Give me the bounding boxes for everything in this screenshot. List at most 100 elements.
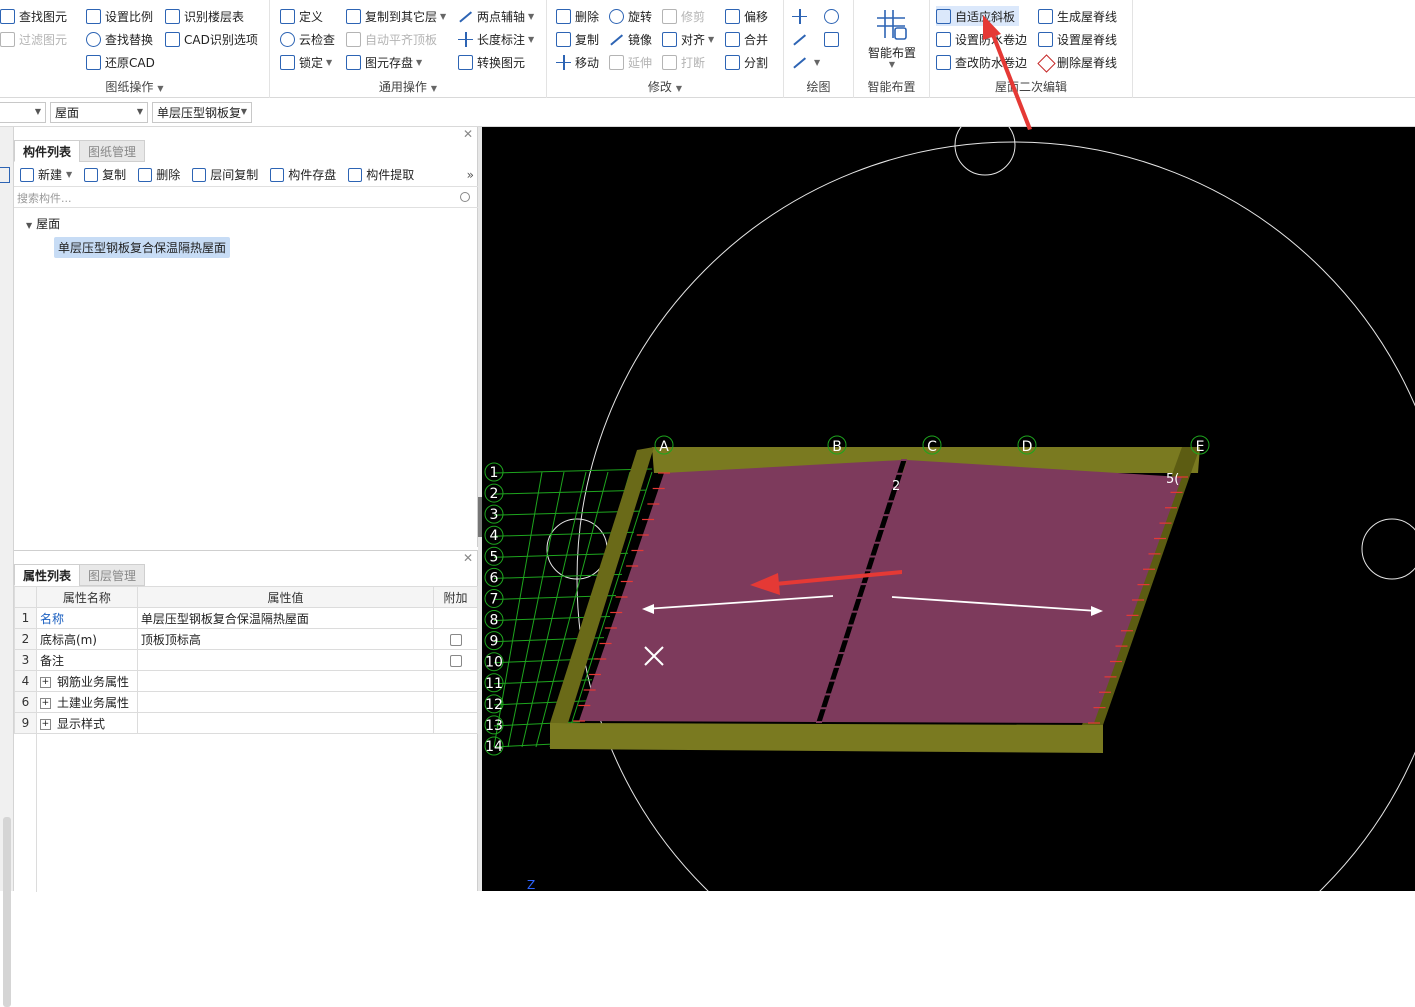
copy-between-floors-button[interactable]: 层间复制	[192, 166, 258, 183]
save-component-button[interactable]: 构件存盘	[270, 166, 336, 183]
cloud-check-button[interactable]: 云检查	[280, 29, 335, 49]
property-empty-area	[14, 734, 478, 892]
convert-element-button[interactable]: 转换图元	[458, 52, 525, 72]
extra-checkbox[interactable]	[449, 633, 462, 646]
group-title-drawing[interactable]: 图纸操作 ▼	[0, 78, 269, 95]
draw-circle-tool-button[interactable]	[824, 6, 843, 26]
3d-viewport[interactable]: ABCDE 1 2 3 4 5 6 7 8 9 10 11 12 13 14 2 5( Z	[482, 127, 1415, 891]
del-ridge-button[interactable]: 删除屋脊线	[1038, 52, 1117, 72]
rotate-button[interactable]: 旋转	[609, 6, 652, 26]
align-button[interactable]: 对齐 ▼	[662, 29, 714, 49]
table-row[interactable]: 1 名称 单层压型钢板复合保温隔热屋面	[14, 607, 478, 629]
orbit-handle-right[interactable]	[1361, 518, 1415, 580]
rectangle-icon	[824, 31, 839, 47]
copy-component-button[interactable]: 复制	[84, 166, 126, 183]
move-button[interactable]: 移动	[556, 52, 599, 72]
expand-icon[interactable]: +	[39, 718, 51, 730]
axis-letter-label: E	[1196, 439, 1205, 455]
draw-point-button[interactable]	[792, 6, 811, 26]
gen-ridge-button[interactable]: 生成屋脊线	[1038, 6, 1117, 26]
chevron-down-icon: ▼	[240, 107, 247, 116]
floor-copy-icon	[192, 167, 207, 182]
copy-button[interactable]: 复制	[556, 29, 599, 49]
axis-number-label: 8	[490, 613, 499, 629]
row-value[interactable]: 单层压型钢板复合保温隔热屋面	[136, 607, 435, 629]
group-title-common[interactable]: 通用操作 ▼	[270, 78, 546, 95]
row-name: 钢筋业务属性	[56, 674, 129, 689]
table-row[interactable]: 9 + 显示样式	[14, 712, 478, 734]
offset-button[interactable]: 偏移	[725, 6, 768, 26]
close-icon[interactable]: ✕	[463, 127, 473, 141]
set-ridge-label: 设置屋脊线	[1057, 32, 1118, 47]
table-row[interactable]: 4 + 钢筋业务属性	[14, 670, 478, 692]
tab-drawing-manage[interactable]: 图纸管理	[79, 140, 146, 162]
adaptive-slope-button[interactable]: 自适应斜板	[936, 6, 1020, 26]
tree-leaf[interactable]: 单层压型钢板复合保温隔热屋面	[54, 237, 231, 258]
component-select[interactable]: 单层压型钢板复 ▼	[152, 102, 252, 123]
chevron-down-icon[interactable]: ▼	[26, 221, 32, 230]
cad-options-button[interactable]: CAD识别选项	[165, 29, 258, 49]
break-button[interactable]: 打断	[662, 52, 705, 72]
two-point-aux-button[interactable]: 两点辅轴 ▼	[458, 6, 534, 26]
copy-to-other-button[interactable]: 复制到其它层 ▼	[346, 6, 446, 26]
element-save-button[interactable]: 图元存盘 ▼	[346, 52, 422, 72]
draw-line-button[interactable]	[792, 29, 811, 49]
draw-rect-button[interactable]	[824, 29, 843, 49]
orbit-handle-top[interactable]	[954, 127, 1016, 176]
merge-button[interactable]: 合并	[725, 29, 768, 49]
tab-component-list[interactable]: 构件列表	[14, 140, 81, 162]
left-dock-strip	[0, 127, 14, 1007]
set-scale-button[interactable]: 设置比例	[86, 6, 153, 26]
cloud-icon	[280, 31, 295, 47]
search-icon[interactable]	[460, 192, 470, 202]
close-icon[interactable]: ✕	[463, 551, 473, 565]
smart-layout-button[interactable]: 智能布置 ▼	[854, 6, 930, 70]
mirror-button[interactable]: 镜像	[609, 29, 652, 49]
length-dim-button[interactable]: 长度标注 ▼	[458, 29, 534, 49]
tab-layer-manage[interactable]: 图层管理	[79, 564, 146, 586]
dock-tab-icon[interactable]	[0, 167, 10, 183]
define-button[interactable]: 定义	[280, 6, 323, 26]
group-title-modify[interactable]: 修改 ▼	[547, 78, 783, 95]
identify-floor-table-button[interactable]: 识别楼层表	[165, 6, 244, 26]
category-select[interactable]: 屋面 ▼	[50, 102, 148, 123]
delete-button[interactable]: 删除	[556, 6, 599, 26]
copy-icon	[556, 31, 571, 47]
check-waterproof-edge-button[interactable]: 查改防水卷边	[936, 52, 1027, 72]
table-row[interactable]: 2 底标高(m) 顶板顶标高	[14, 628, 478, 650]
more-tools-button[interactable]: »	[467, 168, 474, 182]
lock-button[interactable]: 锁定 ▼	[280, 52, 332, 72]
row-name-cell: + 显示样式	[35, 712, 138, 734]
z-axis-label: Z	[527, 878, 535, 891]
row-value	[136, 712, 435, 734]
extract-component-button[interactable]: 构件提取	[348, 166, 414, 183]
draw-arc-button[interactable]: ▼	[792, 52, 820, 72]
delete-component-button[interactable]: 删除	[138, 166, 180, 183]
find-replace-button[interactable]: 查找替换	[86, 29, 153, 49]
table-row[interactable]: 6 + 土建业务属性	[14, 691, 478, 713]
restore-cad-button[interactable]: 还原CAD	[86, 52, 155, 72]
auto-align-slab-button[interactable]: 自动平齐顶板	[346, 29, 437, 49]
new-component-button[interactable]: 新建 ▼	[20, 166, 72, 183]
extend-button[interactable]: 延伸	[609, 52, 652, 72]
split-button[interactable]: 分割	[725, 52, 768, 72]
row-value[interactable]	[136, 649, 435, 671]
set-ridge-button[interactable]: 设置屋脊线	[1038, 29, 1117, 49]
row-extra	[433, 628, 478, 650]
viewport-canvas[interactable]: ABCDE 1234567891011121314 2 5( Z	[482, 127, 1415, 891]
expand-icon[interactable]: +	[39, 697, 51, 709]
scrollbar[interactable]	[3, 817, 11, 1007]
row-value[interactable]: 顶板顶标高	[136, 628, 435, 650]
table-row[interactable]: 3 备注	[14, 649, 478, 671]
expand-icon[interactable]: +	[39, 676, 51, 688]
find-element-button[interactable]: 查找图元	[0, 6, 67, 26]
filter-element-button[interactable]: 过滤图元	[0, 29, 67, 49]
tab-property-list[interactable]: 属性列表	[14, 564, 81, 586]
align-icon	[662, 31, 677, 47]
trim-button[interactable]: 修剪	[662, 6, 705, 26]
floor-select[interactable]: ▼	[0, 102, 46, 123]
set-waterproof-edge-button[interactable]: 设置防水卷边	[936, 29, 1027, 49]
tree-root[interactable]: ▼ 屋面	[26, 215, 60, 232]
extra-checkbox[interactable]	[449, 654, 462, 667]
search-input[interactable]: 搜索构件...	[14, 188, 478, 208]
